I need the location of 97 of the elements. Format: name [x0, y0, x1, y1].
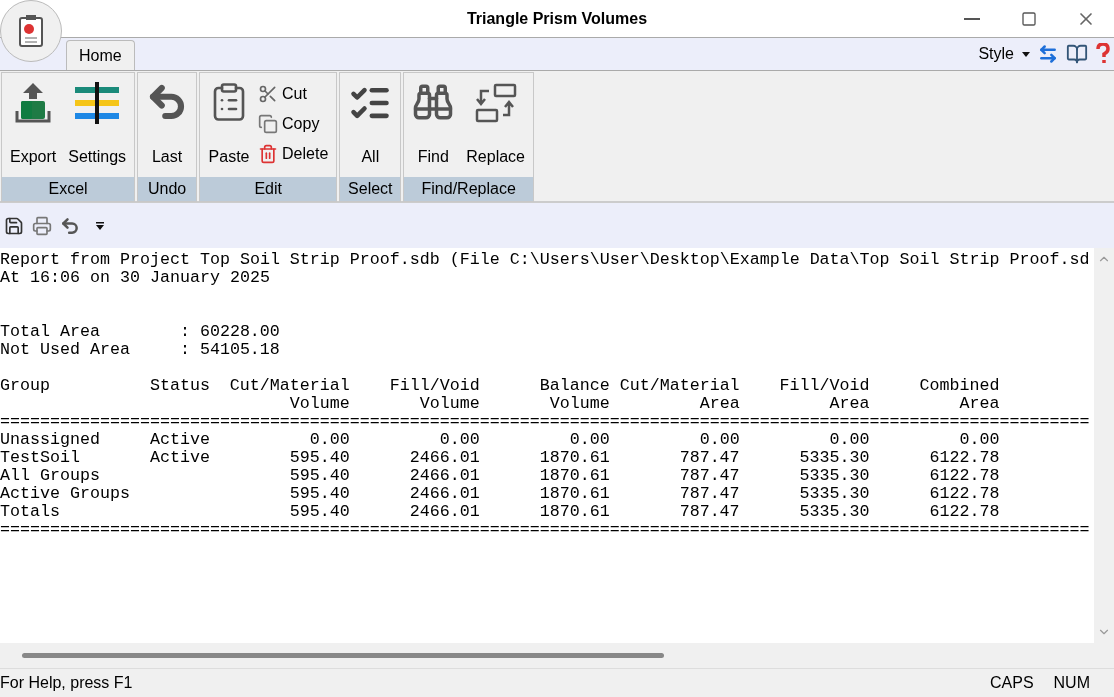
table-cell: 2466.01 — [409, 466, 480, 485]
table-cell: 5335.30 — [799, 448, 870, 467]
table-cell: 595.40 — [289, 466, 350, 485]
maximize-icon — [1020, 10, 1037, 27]
table-cell: 6122.78 — [929, 448, 1000, 467]
clipboard-report-icon — [18, 14, 44, 48]
table-cell: 0.00 — [699, 430, 740, 449]
column-header: Group — [0, 376, 50, 395]
table-cell: 0.00 — [569, 430, 610, 449]
table-cell: 1870.61 — [539, 502, 610, 521]
table-cell: Active Groups — [0, 484, 130, 503]
table-cell: 2466.01 — [409, 448, 480, 467]
status-indicator: CAPS — [990, 673, 1034, 693]
column-header: Volume — [419, 394, 480, 413]
printer-icon[interactable] — [32, 215, 52, 236]
summary-label: Total Area — [0, 323, 101, 341]
ribbon-button[interactable]: Settings — [64, 77, 131, 177]
report-line: Report from Project Top Soil Strip Proof.sdb (File C:\Users\User\Desktop\Example Data\Top Soil Strip Proof.sd — [0, 251, 1090, 269]
table-cell: 1870.61 — [539, 484, 610, 503]
customize-dropdown-icon[interactable] — [96, 221, 104, 230]
table-cell: 5335.30 — [799, 502, 870, 521]
table-cell: 1870.61 — [539, 466, 610, 485]
column-header: Area — [699, 394, 740, 413]
table-cell: 5335.30 — [799, 484, 870, 503]
table-cell: 0.00 — [309, 430, 350, 449]
group-label: Edit — [200, 177, 337, 201]
table-cell: 2466.01 — [409, 484, 480, 503]
table-cell: 1870.61 — [539, 448, 610, 467]
summary-value: : 54105.18 — [179, 341, 280, 359]
ribbon-button[interactable]: Export — [6, 77, 61, 177]
ribbon-button[interactable]: Paste — [204, 77, 255, 177]
separator-line: ============================================================================================================= — [0, 521, 1090, 539]
column-header: Fill/Void — [389, 376, 480, 395]
column-header: Fill/Void — [779, 376, 870, 395]
status-indicator: NUM — [1053, 673, 1090, 693]
summary-value: : 60228.00 — [179, 323, 280, 341]
table-cell: 6122.78 — [929, 466, 1000, 485]
table-cell: 6122.78 — [929, 502, 1000, 521]
table-cell: 787.47 — [679, 448, 740, 467]
group-label: Excel — [2, 177, 135, 201]
column-header: Cut/Material — [229, 376, 350, 395]
table-cell: 0.00 — [959, 430, 1000, 449]
table-cell: 0.00 — [829, 430, 870, 449]
column-header: Volume — [549, 394, 610, 413]
group-label: Select — [340, 177, 401, 201]
horizontal-scrollbar-thumb[interactable] — [22, 653, 664, 658]
trash-icon — [258, 144, 279, 164]
status-text: For Help, press F1 — [0, 673, 133, 693]
undo-arrow-icon[interactable] — [60, 215, 80, 236]
caret-icon — [1022, 51, 1030, 57]
ribbon-button[interactable]: Last — [142, 77, 193, 177]
table-cell: 5335.30 — [799, 466, 870, 485]
table-cell: 6122.78 — [929, 484, 1000, 503]
summary-label: Not Used Area — [0, 341, 131, 359]
table-cell: Unassigned — [0, 430, 100, 449]
table-cell: 787.47 — [679, 502, 740, 521]
column-header: Cut/Material — [619, 376, 740, 395]
table-cell: TestSoil — [0, 448, 80, 467]
ribbon-tab[interactable]: Home — [66, 40, 135, 70]
column-header: Area — [959, 394, 1000, 413]
table-cell: 595.40 — [289, 448, 350, 467]
column-header: Status — [149, 376, 210, 395]
vertical-scrollbar[interactable] — [1094, 248, 1114, 643]
double-arrow-icon[interactable] — [1038, 44, 1058, 64]
minimize-icon — [963, 17, 980, 20]
table-cell: All Groups — [0, 466, 100, 485]
table-cell: 595.40 — [289, 502, 350, 521]
save-icon[interactable] — [4, 215, 24, 236]
table-cell: 787.47 — [679, 466, 740, 485]
report-line: At 16:06 on 30 January 2025 — [0, 269, 270, 287]
table-cell: Active — [149, 448, 210, 467]
separator-line: ============================================================================================================= — [0, 413, 1090, 431]
table-cell: 2466.01 — [409, 502, 480, 521]
group-label: Find/Replace — [404, 177, 533, 201]
ribbon-button[interactable]: Replace — [462, 77, 529, 177]
help-icon[interactable] — [1096, 43, 1110, 65]
columns-settings-icon — [73, 81, 122, 125]
spreadsheet-export-icon — [13, 81, 54, 125]
column-header: Balance — [539, 376, 610, 395]
ribbon-small-button[interactable]: Copy — [258, 111, 329, 137]
column-header: Area — [829, 394, 870, 413]
ribbon-small-button[interactable]: Cut — [258, 81, 329, 107]
table-cell: 787.47 — [679, 484, 740, 503]
column-header: Combined — [919, 376, 1000, 395]
style-dropdown[interactable]: Style — [978, 42, 1030, 66]
table-cell: Active — [149, 430, 210, 449]
ribbon-button[interactable]: All — [344, 77, 397, 177]
column-header: Volume — [289, 394, 350, 413]
ribbon-button[interactable]: Find — [408, 77, 459, 177]
table-cell: 595.40 — [289, 484, 350, 503]
book-icon[interactable] — [1066, 43, 1088, 65]
copy-icon — [258, 114, 279, 134]
group-label: Undo — [138, 177, 197, 201]
window-title: Triangle Prism Volumes — [466, 8, 648, 29]
table-cell: 0.00 — [439, 430, 480, 449]
table-cell: Totals — [0, 502, 60, 521]
ribbon-small-button[interactable]: Delete — [258, 141, 329, 167]
